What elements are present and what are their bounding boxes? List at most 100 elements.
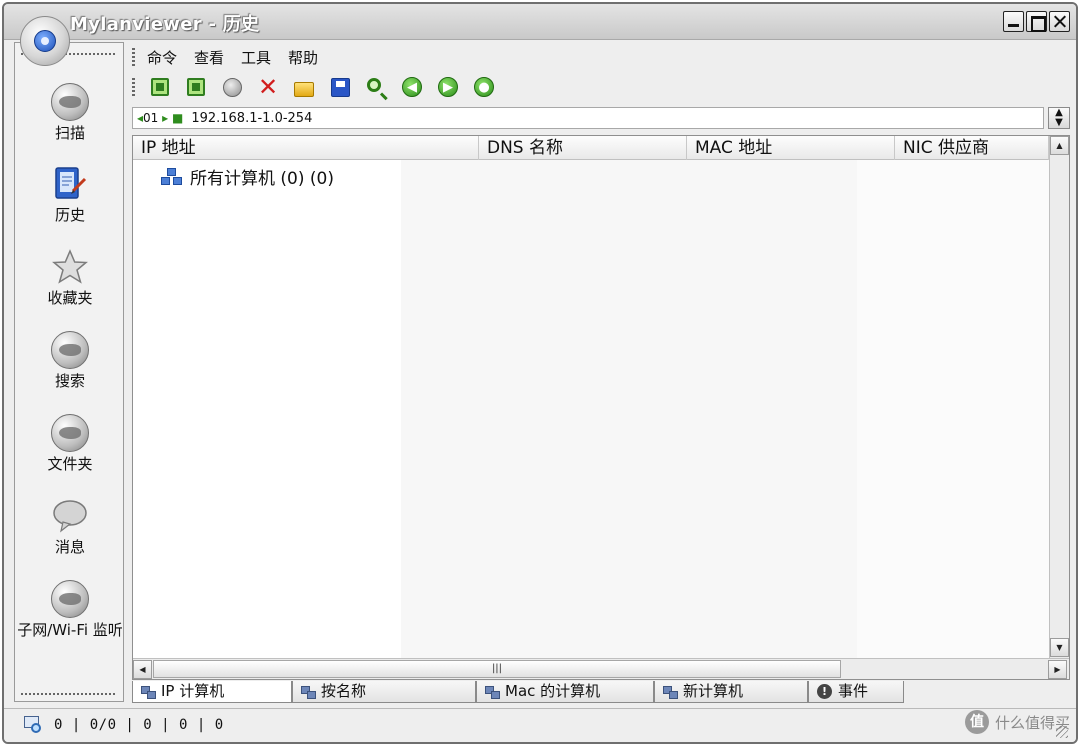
computers-icon bbox=[141, 685, 156, 699]
delete-button[interactable]: ✕ bbox=[255, 74, 281, 100]
column-shade bbox=[857, 160, 1049, 665]
sidebar-item-subnet-wifi-monitor[interactable]: 子网/Wi-Fi 监听 bbox=[15, 580, 125, 660]
watermark-text: 什么值得买 bbox=[994, 713, 1070, 732]
column-header: IP 地址 DNS 名称 MAC 地址 NIC 供应商 bbox=[133, 136, 1049, 160]
scroll-up-button[interactable]: ▲ bbox=[1050, 136, 1069, 155]
view-tabs: IP 计算机 按名称 Mac 的计算机 新计算机 ! 事件 bbox=[132, 681, 904, 703]
sidebar: 扫描 历史 收藏夹 搜索 文件夹 消息 子网/Wi-Fi 监听 bbox=[14, 42, 124, 702]
computers-icon bbox=[663, 685, 678, 699]
tab-ip-computers[interactable]: IP 计算机 bbox=[132, 681, 292, 703]
scan-range-button[interactable] bbox=[183, 74, 209, 100]
back-button[interactable]: ◀ bbox=[399, 74, 425, 100]
network-search-icon bbox=[22, 716, 44, 736]
menu-help[interactable]: 帮助 bbox=[288, 47, 318, 68]
menu-grip[interactable] bbox=[132, 48, 135, 66]
tab-label: 新计算机 bbox=[683, 682, 744, 700]
sidebar-item-label: 扫描 bbox=[54, 124, 85, 142]
tab-label: 按名称 bbox=[321, 682, 367, 700]
refresh-button[interactable]: ● bbox=[471, 74, 497, 100]
forward-arrow-icon: ▶ bbox=[438, 77, 458, 97]
delete-icon: ✕ bbox=[257, 73, 279, 101]
window-controls bbox=[1003, 11, 1070, 32]
open-button[interactable] bbox=[291, 74, 317, 100]
subnet-globe-icon bbox=[51, 580, 89, 618]
app-window: Mylanviewer - 历史 扫描 历史 收藏夹 搜索 文件夹 消息 子网/… bbox=[2, 2, 1078, 744]
find-button[interactable] bbox=[363, 74, 389, 100]
message-bubble-icon bbox=[51, 497, 89, 535]
open-folder-icon bbox=[294, 81, 314, 97]
sidebar-item-label: 搜索 bbox=[54, 372, 85, 390]
back-arrow-icon: ◀ bbox=[402, 77, 422, 97]
search-globe-icon bbox=[51, 331, 89, 369]
toolbar: ✕ ◀ ▶ ● bbox=[132, 72, 507, 102]
computers-icon bbox=[301, 685, 316, 699]
sidebar-item-favorites[interactable]: 收藏夹 bbox=[15, 248, 125, 328]
scan-globe-icon bbox=[51, 83, 89, 121]
sidebar-item-label: 消息 bbox=[54, 538, 85, 556]
sidebar-item-scan[interactable]: 扫描 bbox=[15, 83, 125, 163]
ip-range-value: 192.168.1-1.0-254 bbox=[191, 110, 313, 126]
tab-label: IP 计算机 bbox=[161, 682, 225, 700]
column-nic-vendor[interactable]: NIC 供应商 bbox=[895, 136, 1049, 160]
column-ip-address[interactable]: IP 地址 bbox=[133, 136, 479, 160]
save-icon bbox=[330, 77, 350, 97]
star-icon bbox=[51, 248, 89, 286]
history-icon bbox=[51, 165, 89, 203]
sidebar-item-label: 子网/Wi-Fi 监听 bbox=[17, 621, 123, 639]
vertical-scrollbar[interactable]: ▲ ▼ bbox=[1049, 136, 1069, 658]
stop-button[interactable] bbox=[219, 74, 245, 100]
folder-globe-icon bbox=[51, 414, 89, 452]
scan-start-button[interactable] bbox=[147, 74, 173, 100]
status-bar: 0 | 0/0 | 0 | 0 | 0 bbox=[4, 708, 1076, 742]
sidebar-item-search[interactable]: 搜索 bbox=[15, 331, 125, 411]
menu-command[interactable]: 命令 bbox=[147, 47, 177, 68]
computer-list[interactable]: IP 地址 DNS 名称 MAC 地址 NIC 供应商 所有计算机 (0) (0… bbox=[132, 135, 1070, 680]
ip-range-spinner[interactable]: ▲ ▼ bbox=[1048, 107, 1070, 129]
sidebar-item-label: 文件夹 bbox=[47, 455, 93, 473]
watermark: 值 什么值得买 bbox=[964, 710, 1070, 734]
tree-node-label: 所有计算机 (0) (0) bbox=[190, 169, 334, 189]
sidebar-item-history[interactable]: 历史 bbox=[15, 165, 125, 245]
info-icon: ! bbox=[817, 684, 832, 699]
app-menu-orb-icon[interactable] bbox=[20, 16, 70, 66]
menu-tools[interactable]: 工具 bbox=[241, 47, 271, 68]
close-button[interactable] bbox=[1049, 11, 1070, 32]
scan-start-icon bbox=[151, 78, 169, 96]
minimize-button[interactable] bbox=[1003, 11, 1024, 32]
tree-node-all-computers[interactable]: 所有计算机 (0) (0) bbox=[161, 164, 334, 189]
tab-events[interactable]: ! 事件 bbox=[808, 681, 904, 703]
toolbar-grip[interactable] bbox=[132, 78, 135, 96]
tab-new-computers[interactable]: 新计算机 bbox=[654, 681, 808, 703]
scroll-right-button[interactable]: ▶ bbox=[1048, 660, 1067, 679]
find-icon bbox=[367, 78, 381, 92]
title-bar[interactable]: Mylanviewer - 历史 bbox=[4, 4, 1076, 40]
scan-range-icon bbox=[187, 78, 205, 96]
menu-view[interactable]: 查看 bbox=[194, 47, 224, 68]
window-title: Mylanviewer - 历史 bbox=[70, 14, 260, 35]
computers-icon bbox=[485, 685, 500, 699]
column-shade bbox=[401, 160, 857, 665]
forward-button[interactable]: ▶ bbox=[435, 74, 461, 100]
sidebar-item-label: 收藏夹 bbox=[47, 289, 93, 307]
network-computers-icon bbox=[161, 167, 183, 186]
address-prefix: ◂01 ▸ ■ bbox=[137, 111, 184, 125]
stop-icon bbox=[222, 77, 242, 97]
status-counters: 0 | 0/0 | 0 | 0 | 0 bbox=[54, 717, 224, 733]
horizontal-scroll-thumb[interactable]: ||| bbox=[153, 660, 841, 678]
scroll-down-button[interactable]: ▼ bbox=[1050, 638, 1069, 657]
watermark-logo-icon: 值 bbox=[964, 710, 989, 734]
maximize-button[interactable] bbox=[1026, 11, 1047, 32]
tab-mac-computers[interactable]: Mac 的计算机 bbox=[476, 681, 654, 703]
scroll-left-button[interactable]: ◀ bbox=[133, 660, 152, 679]
tab-by-name[interactable]: 按名称 bbox=[292, 681, 476, 703]
tab-label: 事件 bbox=[838, 682, 869, 700]
save-button[interactable] bbox=[327, 74, 353, 100]
sidebar-item-messages[interactable]: 消息 bbox=[15, 497, 125, 577]
horizontal-scrollbar[interactable]: ◀ ||| ▶ bbox=[133, 658, 1069, 679]
tab-label: Mac 的计算机 bbox=[505, 682, 601, 700]
sidebar-item-label: 历史 bbox=[54, 206, 85, 224]
column-mac-address[interactable]: MAC 地址 bbox=[687, 136, 895, 160]
column-dns-name[interactable]: DNS 名称 bbox=[479, 136, 687, 160]
ip-range-input[interactable]: ◂01 ▸ ■ 192.168.1-1.0-254 bbox=[132, 107, 1044, 129]
sidebar-item-folders[interactable]: 文件夹 bbox=[15, 414, 125, 494]
